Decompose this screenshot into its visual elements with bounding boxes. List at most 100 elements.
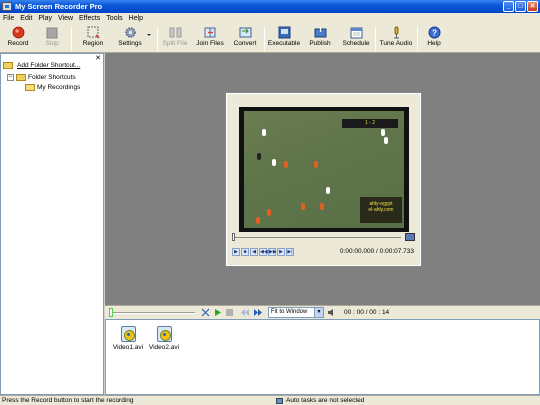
video-file-icon [120,326,136,342]
tree-item-my-recordings[interactable]: My Recordings [7,82,80,92]
step-forward-icon[interactable]: ▶ [277,248,285,256]
publish-button[interactable]: Publish [307,26,333,52]
record-icon [11,26,25,39]
video-element [257,153,261,160]
timeline-toolbar: Fit to Window ▼ 00 : 00 / 00 : 14 [105,305,540,319]
video-element [272,159,276,166]
add-folder-shortcut-link[interactable]: Add Folder Shortcut... [3,62,80,69]
close-button[interactable]: ✕ [527,1,538,12]
timeline-slider-track[interactable] [111,312,195,314]
folder-icon [16,73,26,81]
publish-icon [313,26,327,39]
fast-forward-icon[interactable]: ▶▶ [268,248,277,256]
video-element [284,161,288,168]
timeline-slider-thumb[interactable] [109,308,113,317]
help-icon: ? [427,26,441,39]
task-icon [276,397,283,404]
save-frame-icon[interactable] [405,233,415,241]
video-element [301,203,305,210]
video-frame[interactable]: 1 - 2 ahly-egypt el-ahly.com [239,107,409,232]
seek-track[interactable] [233,237,401,238]
region-button[interactable]: Region [80,26,106,52]
next-icon[interactable] [253,308,262,317]
split-file-button[interactable]: Split File [162,26,188,52]
menu-play[interactable]: Play [38,15,52,22]
help-button[interactable]: ? Help [424,26,444,52]
stop-icon[interactable]: ■ [241,248,249,256]
score-overlay: 1 - 2 [342,119,398,128]
tree-collapse-toggle[interactable]: − [7,73,14,81]
video-element [326,187,330,194]
file-item[interactable]: Video2.avi [144,326,184,351]
channel-watermark: ahly-egypt el-ahly.com [360,197,402,223]
time-readout: 0:00:00.000 / 0:00:07.733 [339,248,414,255]
app-icon [2,2,12,11]
chevron-down-icon [146,26,152,39]
stop-icon[interactable] [225,308,234,317]
region-icon [86,26,100,39]
seek-handle[interactable] [232,233,235,241]
end-icon[interactable]: ▶| [286,248,294,256]
menu-tools[interactable]: Tools [106,15,122,22]
play-icon[interactable] [213,308,222,317]
menu-help[interactable]: Help [129,15,143,22]
record-button[interactable]: Record [6,26,30,52]
convert-icon [238,26,252,39]
open-folder-icon [25,83,35,91]
toolbar-separator [264,27,265,51]
toolbar-separator [157,27,158,51]
menu-file[interactable]: File [3,15,14,22]
video-element [320,203,324,210]
video-element [262,129,266,136]
auto-tasks-status: Auto tasks are not selected [276,397,364,404]
file-item[interactable]: Video1.avi [108,326,148,351]
stop-button[interactable]: Stop [40,26,64,52]
microphone-icon [389,26,403,39]
toolbar-separator [375,27,376,51]
join-files-icon [203,26,217,39]
schedule-button[interactable]: Schedule [342,26,370,52]
status-message: Press the Record button to start the rec… [2,397,134,404]
menu-effects[interactable]: Effects [79,15,100,22]
window-controls: _ □ ✕ [503,1,538,12]
rewind-icon[interactable]: ◀◀ [259,248,268,256]
maximize-button[interactable]: □ [515,1,526,12]
video-file-icon [156,326,172,342]
convert-button[interactable]: Convert [232,26,258,52]
settings-dropdown-arrow[interactable] [146,26,152,52]
split-file-icon [168,26,182,39]
executable-button[interactable]: Executable [268,26,300,52]
previous-icon[interactable] [241,308,250,317]
folder-tree: − Folder Shortcuts My Recordings [7,72,80,92]
folder-add-icon [3,62,13,69]
pane-close-button[interactable]: ✕ [95,54,101,62]
video-element [384,137,388,144]
zoom-select[interactable]: Fit to Window ▼ [268,307,324,318]
recordings-panel: Video1.avi Video2.avi [105,319,540,395]
title-bar: My Screen Recorder Pro _ □ ✕ [0,0,540,13]
status-bar: Press the Record button to start the rec… [0,395,540,405]
video-element [314,161,318,168]
menu-edit[interactable]: Edit [20,15,32,22]
gear-icon [123,26,137,39]
join-files-button[interactable]: Join Files [196,26,224,52]
playback-controls: ▶ ■ ◀ ◀◀ ▶▶ ▶ ▶| [232,248,294,256]
executable-icon [277,26,291,39]
fit-screen-icon[interactable] [201,308,210,317]
settings-button[interactable]: Settings [115,26,145,52]
play-icon[interactable]: ▶ [232,248,240,256]
menu-view[interactable]: View [58,15,73,22]
volume-icon[interactable] [327,308,336,317]
video-player: 1 - 2 ahly-egypt el-ahly.com ▶ ■ ◀ ◀◀ ▶▶… [225,92,422,267]
toolbar-separator [71,27,72,51]
svg-text:?: ? [432,28,437,37]
step-back-icon[interactable]: ◀ [250,248,258,256]
minimize-button[interactable]: _ [503,1,514,12]
toolbar-separator [417,27,418,51]
tree-item-folder-shortcuts[interactable]: − Folder Shortcuts [7,72,80,82]
schedule-icon [349,26,363,39]
chevron-down-icon: ▼ [314,308,323,317]
menu-bar: File Edit Play View Effects Tools Help [0,13,540,24]
folder-shortcuts-pane: ✕ Add Folder Shortcut... − Folder Shortc… [0,53,104,395]
tune-audio-button[interactable]: Tune Audio [380,26,412,52]
